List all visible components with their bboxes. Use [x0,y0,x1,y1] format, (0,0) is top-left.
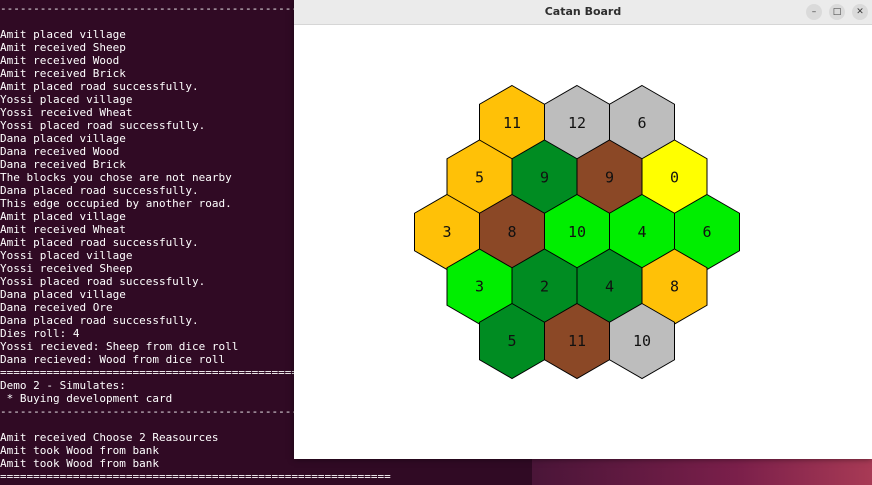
hex-number: 12 [568,114,586,132]
catan-board: 11 12 6 5 9 9 0 3 8 10 4 6 3 2 4 8 5 11 10 [414,84,740,380]
hex-number: 8 [507,223,516,241]
terminal-line: ========================================… [0,470,391,483]
close-button[interactable]: ✕ [852,4,868,20]
maximize-button[interactable]: □ [829,4,845,20]
hex-number: 3 [475,278,484,296]
hex-number: 9 [540,169,549,187]
hex-number: 11 [568,332,586,350]
hex-number: 6 [702,223,711,241]
hex-number: 8 [670,278,679,296]
hex-number: 4 [637,223,646,241]
hex-number: 6 [637,114,646,132]
hex-number: 3 [442,223,451,241]
window-titlebar[interactable]: Catan Board – □ ✕ [294,0,872,25]
hex-number: 2 [540,278,549,296]
window-title: Catan Board [544,5,622,18]
hex-number: 0 [670,169,679,187]
hex-number: 10 [568,223,586,241]
hex-number: 5 [475,169,484,187]
minimize-button[interactable]: – [806,4,822,20]
hex-number: 10 [633,332,651,350]
catan-board-window[interactable]: Catan Board – □ ✕ 11 12 6 5 9 9 0 3 8 10 4 6 3 2 4 8 5 11… [294,0,872,459]
hex-number: 5 [507,332,516,350]
desktop-background [532,459,872,485]
hex-number: 11 [503,114,521,132]
hex-number: 9 [605,169,614,187]
hex-number: 4 [605,278,614,296]
